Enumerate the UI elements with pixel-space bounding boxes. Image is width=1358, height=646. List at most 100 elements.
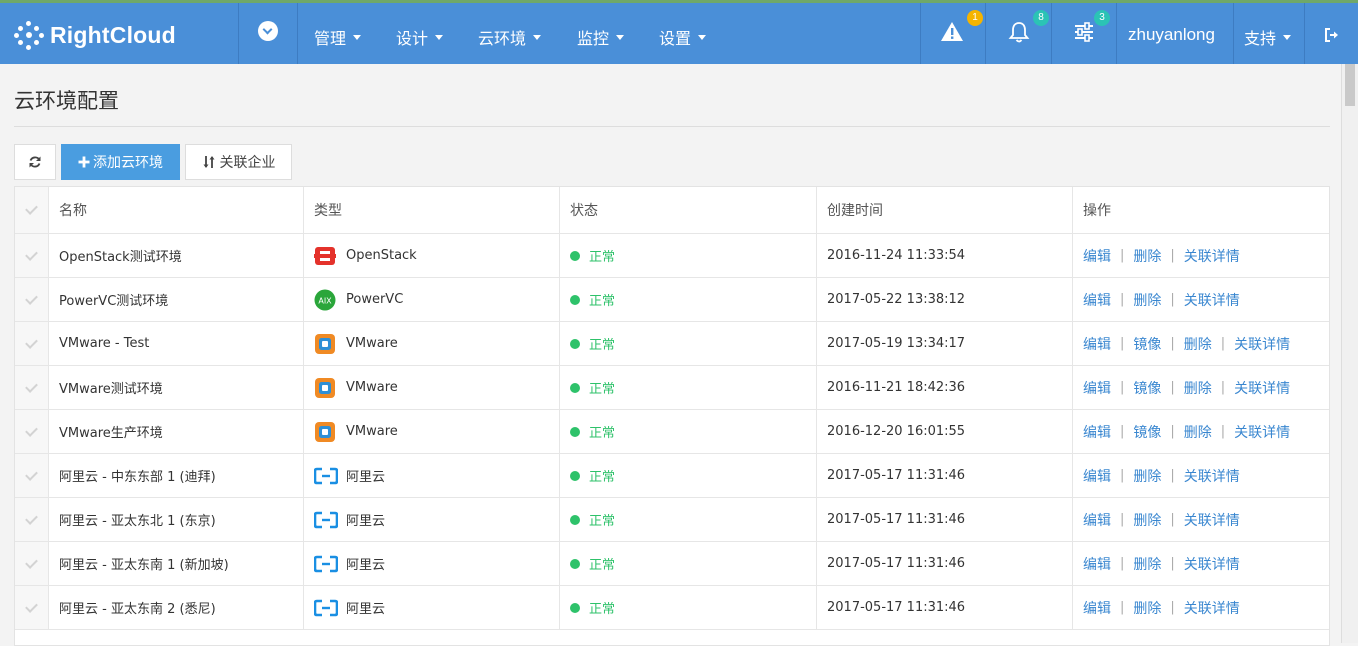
action-link[interactable]: 编辑 bbox=[1083, 290, 1111, 310]
refresh-button[interactable] bbox=[14, 144, 56, 180]
env-name[interactable]: 阿里云 - 亚太东南 1 (新加坡) bbox=[59, 554, 229, 573]
row-checkbox[interactable] bbox=[15, 366, 48, 409]
env-name[interactable]: VMware测试环境 bbox=[59, 378, 163, 397]
cell-type: VMware bbox=[303, 410, 559, 453]
created-time: 2017-05-17 11:31:46 bbox=[827, 556, 966, 571]
env-name[interactable]: OpenStack测试环境 bbox=[59, 246, 182, 265]
menu-label: 设计 bbox=[396, 29, 429, 48]
action-link[interactable]: 关联详情 bbox=[1234, 422, 1290, 442]
env-name[interactable]: 阿里云 - 中东东部 1 (迪拜) bbox=[59, 466, 216, 485]
env-name[interactable]: VMware - Test bbox=[59, 336, 149, 351]
cell-status: 正常 bbox=[559, 278, 816, 321]
add-label: 添加云环境 bbox=[93, 155, 163, 171]
row-checkbox[interactable] bbox=[15, 278, 48, 321]
column-header-status[interactable]: 状态 bbox=[559, 187, 816, 233]
row-checkbox[interactable] bbox=[15, 234, 48, 277]
action-link[interactable]: 关联详情 bbox=[1184, 246, 1240, 266]
status-dot-icon bbox=[570, 470, 580, 481]
menu-settings[interactable]: 设置 bbox=[659, 25, 707, 49]
cell-name: VMware测试环境 bbox=[48, 366, 303, 409]
add-cloud-env-button[interactable]: 添加云环境 bbox=[61, 144, 180, 180]
status-dot-icon bbox=[570, 382, 580, 393]
column-header-name[interactable]: 名称 bbox=[48, 187, 303, 233]
menu-cloud-env[interactable]: 云环境 bbox=[478, 25, 542, 49]
created-time: 2016-11-21 18:42:36 bbox=[827, 380, 966, 395]
action-link[interactable]: 删除 bbox=[1133, 598, 1161, 618]
vertical-scrollbar[interactable] bbox=[1341, 64, 1358, 643]
action-link[interactable]: 删除 bbox=[1133, 510, 1161, 530]
action-link[interactable]: 关联详情 bbox=[1184, 290, 1240, 310]
env-type: PowerVC bbox=[346, 292, 404, 307]
nav-collapse-icon[interactable] bbox=[258, 21, 278, 41]
env-type: 阿里云 bbox=[346, 470, 386, 485]
brand-logo[interactable]: RightCloud bbox=[14, 20, 176, 50]
menu-manage[interactable]: 管理 bbox=[314, 25, 362, 49]
row-checkbox[interactable] bbox=[15, 542, 48, 585]
env-name[interactable]: 阿里云 - 亚太东南 2 (悉尼) bbox=[59, 598, 216, 617]
support-menu[interactable]: 支持 bbox=[1244, 25, 1292, 49]
action-link[interactable]: 编辑 bbox=[1083, 378, 1111, 398]
env-name[interactable]: PowerVC测试环境 bbox=[59, 290, 168, 309]
menu-label: 监控 bbox=[577, 29, 610, 48]
row-checkbox[interactable] bbox=[15, 586, 48, 629]
action-link[interactable]: 删除 bbox=[1184, 422, 1212, 442]
column-header-type[interactable]: 类型 bbox=[303, 187, 559, 233]
check-icon bbox=[25, 247, 38, 261]
env-type: 阿里云 bbox=[346, 558, 386, 573]
alert-button[interactable] bbox=[939, 19, 969, 49]
menu-design[interactable]: 设计 bbox=[396, 25, 444, 49]
action-link[interactable]: 编辑 bbox=[1083, 422, 1111, 442]
action-link[interactable]: 删除 bbox=[1133, 554, 1161, 574]
action-link[interactable]: 关联详情 bbox=[1234, 334, 1290, 354]
scrollbar-thumb[interactable] bbox=[1345, 64, 1355, 106]
row-checkbox[interactable] bbox=[15, 454, 48, 497]
user-menu[interactable]: zhuyanlong bbox=[1128, 25, 1215, 45]
action-separator: | bbox=[1120, 336, 1125, 351]
action-link[interactable]: 镜像 bbox=[1133, 378, 1161, 398]
cell-created: 2017-05-17 11:31:46 bbox=[816, 542, 1072, 585]
sort-arrows-icon bbox=[203, 156, 214, 168]
cell-type: 阿里云 bbox=[303, 454, 559, 497]
action-link[interactable]: 删除 bbox=[1133, 466, 1161, 486]
link-enterprise-button[interactable]: 关联企业 bbox=[185, 144, 292, 180]
action-link[interactable]: 编辑 bbox=[1083, 466, 1111, 486]
row-checkbox[interactable] bbox=[15, 498, 48, 541]
select-all-checkbox[interactable] bbox=[15, 187, 48, 233]
action-link[interactable]: 关联详情 bbox=[1234, 378, 1290, 398]
action-link[interactable]: 删除 bbox=[1184, 334, 1212, 354]
action-link[interactable]: 删除 bbox=[1184, 378, 1212, 398]
column-header-created[interactable]: 创建时间 bbox=[816, 187, 1072, 233]
action-link[interactable]: 关联详情 bbox=[1184, 510, 1240, 530]
notifications-button[interactable] bbox=[1006, 19, 1036, 49]
action-link[interactable]: 编辑 bbox=[1083, 334, 1111, 354]
env-name[interactable]: VMware生产环境 bbox=[59, 422, 163, 441]
action-link[interactable]: 编辑 bbox=[1083, 598, 1111, 618]
action-link[interactable]: 关联详情 bbox=[1184, 466, 1240, 486]
action-link[interactable]: 镜像 bbox=[1133, 422, 1161, 442]
action-link[interactable]: 编辑 bbox=[1083, 554, 1111, 574]
menu-monitor[interactable]: 监控 bbox=[577, 25, 625, 49]
row-checkbox[interactable] bbox=[15, 322, 48, 365]
logout-button[interactable] bbox=[1324, 27, 1340, 43]
action-separator: | bbox=[1220, 336, 1226, 351]
status-dot-icon bbox=[570, 294, 580, 305]
action-separator: | bbox=[1170, 512, 1175, 527]
env-name[interactable]: 阿里云 - 亚太东北 1 (东京) bbox=[59, 510, 216, 529]
action-link[interactable]: 编辑 bbox=[1083, 510, 1111, 530]
action-link[interactable]: 编辑 bbox=[1083, 246, 1111, 266]
check-icon bbox=[25, 379, 38, 393]
action-link[interactable]: 删除 bbox=[1133, 290, 1161, 310]
row-checkbox[interactable] bbox=[15, 410, 48, 453]
action-link[interactable]: 镜像 bbox=[1133, 334, 1161, 354]
action-link[interactable]: 删除 bbox=[1133, 246, 1161, 266]
table-header-row: 名称 类型 状态 创建时间 操作 bbox=[15, 187, 1329, 234]
action-link[interactable]: 关联详情 bbox=[1184, 598, 1240, 618]
cell-actions: 编辑 | 镜像 | 删除 | 关联详情 bbox=[1072, 322, 1329, 365]
settings-badge: 3 bbox=[1094, 10, 1110, 26]
created-time: 2016-12-20 16:01:55 bbox=[827, 424, 966, 439]
cell-actions: 编辑 | 删除 | 关联详情 bbox=[1072, 586, 1329, 629]
cell-actions: 编辑 | 删除 | 关联详情 bbox=[1072, 278, 1329, 321]
action-link[interactable]: 关联详情 bbox=[1184, 554, 1240, 574]
created-time: 2017-05-17 11:31:46 bbox=[827, 468, 966, 483]
cell-type: VMware bbox=[303, 366, 559, 409]
